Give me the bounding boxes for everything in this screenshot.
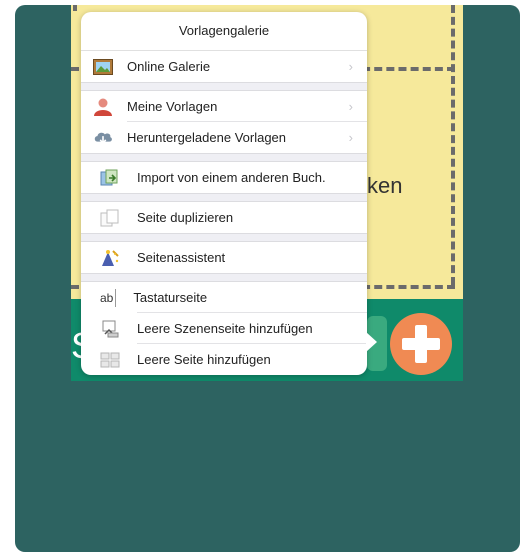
app-frame: ken S Vorlagengalerie Online Galerie › M… [15, 5, 520, 552]
group-separator [81, 233, 367, 242]
blank-page-icon [100, 351, 120, 369]
menu-item-downloaded-templates[interactable]: Heruntergeladene Vorlagen › [81, 122, 367, 153]
import-book-icon [100, 169, 120, 187]
picture-frame-icon [93, 58, 113, 76]
add-page-button[interactable] [390, 313, 452, 375]
menu-item-label: Seitenassistent [137, 250, 226, 265]
menu-item-label: Tastaturseite [133, 290, 208, 305]
template-gallery-popover: Vorlagengalerie Online Galerie › Meine V… [81, 12, 367, 375]
menu-item-online-gallery[interactable]: Online Galerie › [81, 51, 367, 82]
menu-item-keyboard-page[interactable]: ab Tastaturseite [81, 282, 367, 313]
menu-item-label: Meine Vorlagen [127, 99, 218, 114]
menu-item-label: Import von einem anderen Buch. [137, 170, 326, 185]
duplicate-page-icon [100, 209, 120, 227]
menu-item-label: Leere Szenenseite hinzufügen [137, 321, 313, 336]
group-separator [81, 153, 367, 162]
page-text-fragment: ken [367, 173, 403, 198]
popover-title: Vorlagengalerie [81, 12, 367, 51]
group-separator [81, 82, 367, 91]
user-icon [93, 98, 113, 116]
menu-item-label: Seite duplizieren [137, 210, 234, 225]
group-separator [81, 273, 367, 282]
dashed-border-right [451, 5, 455, 285]
menu-item-page-wizard[interactable]: Seitenassistent [81, 242, 367, 273]
popover-arrow [366, 332, 377, 352]
wizard-icon [100, 249, 120, 267]
menu-item-import-from-book[interactable]: Import von einem anderen Buch. [81, 162, 367, 193]
menu-item-label: Leere Seite hinzufügen [137, 352, 271, 367]
menu-item-duplicate-page[interactable]: Seite duplizieren [81, 202, 367, 233]
keyboard-page-icon: ab [100, 288, 117, 307]
chevron-right-icon: › [348, 99, 353, 114]
menu-item-my-templates[interactable]: Meine Vorlagen › [81, 91, 367, 122]
cloud-download-icon [93, 129, 113, 147]
menu-item-add-blank-page[interactable]: Leere Seite hinzufügen [81, 344, 367, 375]
chevron-right-icon: › [348, 59, 353, 74]
group-separator [81, 193, 367, 202]
dashed-border-left [73, 5, 77, 11]
plus-icon-vertical [415, 325, 427, 363]
chevron-right-icon: › [348, 130, 353, 145]
menu-item-label: Online Galerie [127, 59, 211, 74]
scene-page-icon [100, 320, 120, 338]
menu-item-add-scene-page[interactable]: Leere Szenenseite hinzufügen [81, 313, 367, 344]
menu-item-label: Heruntergeladene Vorlagen [127, 130, 287, 145]
